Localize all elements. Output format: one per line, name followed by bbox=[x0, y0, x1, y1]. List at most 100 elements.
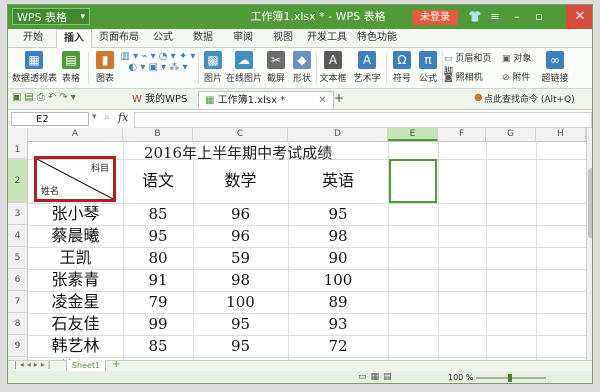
column-header-h[interactable]: H bbox=[536, 128, 586, 141]
score-cell[interactable]: 100 bbox=[288, 269, 388, 291]
row-header-1[interactable]: 1 bbox=[8, 141, 28, 159]
score-cell[interactable]: 99 bbox=[123, 313, 193, 335]
tab-review[interactable]: 审阅 bbox=[228, 29, 258, 47]
formula-input[interactable] bbox=[134, 112, 592, 128]
doc-tab-home[interactable]: W 我的WPS bbox=[126, 91, 193, 108]
student-name-cell[interactable]: 张小琴 bbox=[28, 203, 123, 225]
row-header-8[interactable]: 8 bbox=[8, 313, 28, 335]
subject-header-cell[interactable]: 英语 bbox=[288, 159, 388, 203]
login-button[interactable]: 未登录 bbox=[412, 10, 458, 25]
column-header-g[interactable]: G bbox=[486, 128, 536, 141]
symbol-button[interactable]: Ω 符号 bbox=[390, 51, 414, 84]
selected-cell-e2[interactable] bbox=[389, 159, 437, 203]
score-cell[interactable]: 95 bbox=[193, 313, 288, 335]
magnifier-icon[interactable]: ⌕ bbox=[104, 112, 110, 123]
view-mode-icons[interactable]: ▭▦▤ bbox=[358, 372, 396, 382]
score-cell[interactable]: 96 bbox=[193, 225, 288, 247]
column-header-c[interactable]: C bbox=[193, 128, 288, 141]
chart-button[interactable]: ▮ 图表 bbox=[92, 51, 118, 84]
name-box-dropdown-icon[interactable]: ▾ bbox=[92, 112, 97, 122]
wordart-button[interactable]: A 艺术字 bbox=[352, 51, 382, 84]
score-cell[interactable]: 90 bbox=[288, 247, 388, 269]
textbox-button[interactable]: A 文本框 bbox=[318, 51, 348, 84]
zoom-slider-knob[interactable] bbox=[508, 374, 512, 382]
score-cell[interactable]: 80 bbox=[123, 247, 193, 269]
mini-chart-gallery[interactable]: ▥ ▾ ⌁ ▾ ◔ ▾ ✦ ▾ ◐ ▾ ▣ ▾ ⁂ ▾ bbox=[120, 51, 196, 73]
student-name-cell[interactable]: 王凯 bbox=[28, 247, 123, 269]
score-cell[interactable]: 85 bbox=[123, 203, 193, 225]
score-cell[interactable]: 79 bbox=[123, 291, 193, 313]
quick-access-icons[interactable]: ▣▤⎙↶↷▾ bbox=[12, 92, 79, 103]
score-cell[interactable]: 100 bbox=[193, 291, 288, 313]
pivot-table-button[interactable]: ▦ 数据透视表 bbox=[12, 51, 57, 84]
select-all-corner[interactable] bbox=[8, 128, 28, 141]
row-header-5[interactable]: 5 bbox=[8, 247, 28, 269]
tab-view[interactable]: 视图 bbox=[268, 29, 298, 47]
score-cell[interactable]: 59 bbox=[193, 247, 288, 269]
score-cell[interactable]: 89 bbox=[288, 291, 388, 313]
row-header-6[interactable]: 6 bbox=[8, 269, 28, 291]
diagonal-header-cell[interactable]: 科目 姓名 bbox=[34, 156, 116, 202]
minimize-icon[interactable]: – bbox=[508, 9, 526, 25]
column-header-a[interactable]: A bbox=[28, 128, 123, 141]
wps-menu-button[interactable]: WPS 表格 ▾ bbox=[12, 8, 90, 25]
score-cell[interactable]: 85 bbox=[123, 335, 193, 357]
tab-insert[interactable]: 插入 bbox=[56, 29, 92, 49]
student-name-cell[interactable]: 韩艺林 bbox=[28, 335, 123, 357]
score-cell[interactable]: 98 bbox=[193, 269, 288, 291]
picture-button[interactable]: ▩ 图片 bbox=[200, 51, 226, 84]
column-header-f[interactable]: F bbox=[438, 128, 486, 141]
sheet-nav-icons[interactable]: |◂◂▸▸| bbox=[14, 360, 53, 369]
add-sheet-icon[interactable]: + bbox=[112, 359, 120, 370]
scrollbar-thumb[interactable] bbox=[588, 168, 592, 238]
doc-tab-workbook[interactable]: ▦ 工作簿1.xlsx * ✕ bbox=[198, 91, 334, 109]
shape-button[interactable]: ◆ 形状 bbox=[290, 51, 314, 84]
formula-button[interactable]: π 公式 bbox=[416, 51, 440, 84]
column-header-d[interactable]: D bbox=[288, 128, 388, 141]
student-name-cell[interactable]: 张素青 bbox=[28, 269, 123, 291]
tab-developer[interactable]: 开发工具 bbox=[304, 29, 350, 47]
maximize-icon[interactable]: ▫ bbox=[530, 9, 548, 25]
score-cell[interactable]: 93 bbox=[288, 313, 388, 335]
new-tab-icon[interactable]: + bbox=[334, 91, 344, 105]
score-cell[interactable]: 98 bbox=[288, 225, 388, 247]
subject-header-cell[interactable]: 语文 bbox=[123, 159, 193, 203]
menu-icon[interactable]: ≡ bbox=[486, 9, 504, 25]
row-header-7[interactable]: 7 bbox=[8, 291, 28, 313]
camera-button[interactable]: ◙ 照相机 bbox=[444, 70, 488, 83]
tab-page-layout[interactable]: 页面布局 bbox=[96, 29, 142, 47]
tab-start[interactable]: 开始 bbox=[18, 29, 48, 47]
table-button[interactable]: ▤ 表格 bbox=[58, 51, 84, 84]
fx-icon[interactable]: fx bbox=[118, 111, 128, 124]
row-header-4[interactable]: 4 bbox=[8, 225, 28, 247]
row-header-9[interactable]: 9 bbox=[8, 335, 28, 357]
vertical-scrollbar[interactable] bbox=[586, 128, 592, 360]
subject-header-cell[interactable]: 数学 bbox=[193, 159, 288, 203]
object-button[interactable]: ▣ 对象 bbox=[502, 51, 536, 64]
close-tab-icon[interactable]: ✕ bbox=[318, 95, 326, 106]
name-box[interactable]: E2 bbox=[11, 112, 89, 126]
skin-icon[interactable]: 👕 bbox=[466, 9, 484, 25]
student-name-cell[interactable]: 蔡晨曦 bbox=[28, 225, 123, 247]
row-header-3[interactable]: 3 bbox=[8, 203, 28, 225]
screenshot-button[interactable]: ✂ 截屏 bbox=[264, 51, 288, 84]
online-picture-button[interactable]: ☁ 在线图片 bbox=[226, 51, 262, 84]
tab-data[interactable]: 数据 bbox=[188, 29, 218, 47]
student-name-cell[interactable]: 石友佳 bbox=[28, 313, 123, 335]
tab-formulas[interactable]: 公式 bbox=[148, 29, 178, 47]
tab-features[interactable]: 特色功能 bbox=[354, 29, 400, 47]
score-cell[interactable]: 72 bbox=[288, 335, 388, 357]
score-cell[interactable]: 95 bbox=[123, 225, 193, 247]
hyperlink-button[interactable]: ∞ 超链接 bbox=[540, 51, 570, 84]
close-icon[interactable]: ✕ bbox=[566, 5, 592, 29]
column-header-b[interactable]: B bbox=[123, 128, 193, 141]
row-header-2[interactable]: 2 bbox=[8, 159, 28, 203]
score-cell[interactable]: 91 bbox=[123, 269, 193, 291]
score-cell[interactable]: 95 bbox=[193, 335, 288, 357]
score-cell[interactable]: 96 bbox=[193, 203, 288, 225]
student-name-cell[interactable]: 凌金星 bbox=[28, 291, 123, 313]
score-cell[interactable]: 95 bbox=[288, 203, 388, 225]
column-header-e[interactable]: E bbox=[388, 128, 438, 141]
attachment-button[interactable]: ⊘ 附件 bbox=[502, 70, 536, 83]
spreadsheet-grid[interactable]: A B C D E F G H 1 2 3 4 5 6 7 8 9 10 bbox=[8, 128, 586, 360]
